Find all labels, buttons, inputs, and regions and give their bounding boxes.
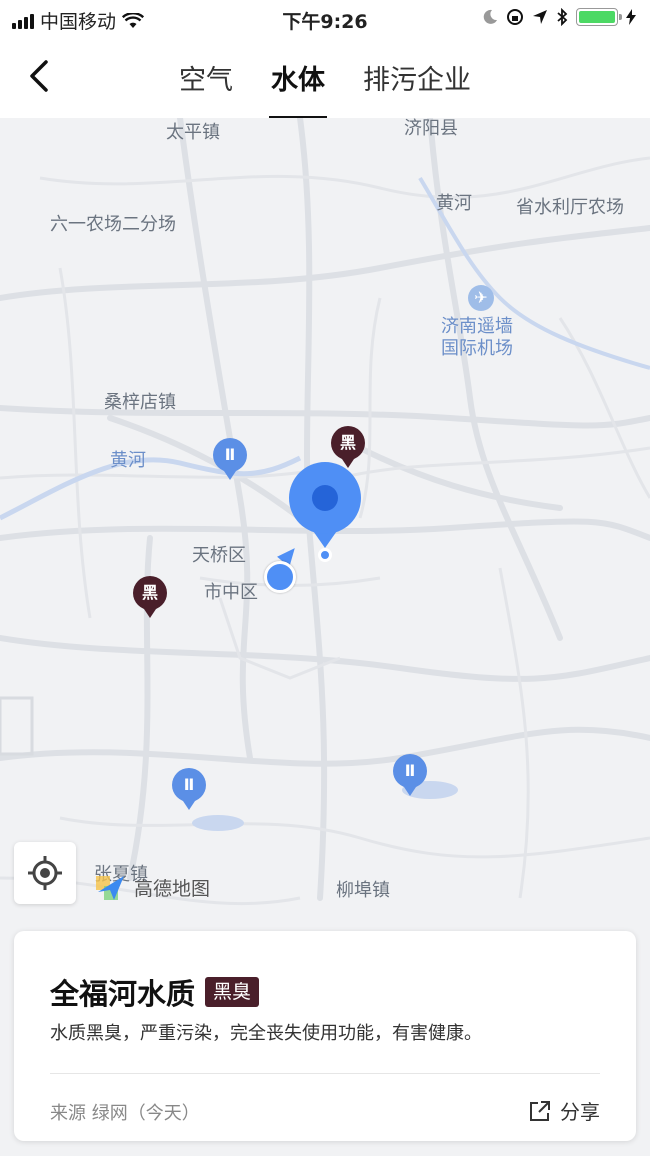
share-button[interactable]: 分享 — [528, 1096, 600, 1125]
airport-icon: ✈ — [468, 285, 494, 311]
status-badge: 黑臭 — [205, 977, 260, 1007]
charging-icon — [626, 9, 636, 25]
map-label-sangzidian: 桑梓店镇 — [104, 392, 176, 413]
location-arrow-icon — [533, 10, 547, 24]
map-marker-class-ii[interactable]: Ⅱ — [213, 438, 247, 480]
map-marker-class-ii[interactable]: Ⅱ — [172, 768, 206, 810]
map-label-liubu: 柳埠镇 — [336, 880, 390, 901]
map-label-taiping: 太平镇 — [166, 122, 220, 143]
card-title-row: 全福河水质 黑臭 — [50, 971, 260, 1013]
map-label-huanghe-w: 黄河 — [110, 450, 146, 471]
moon-icon — [483, 9, 497, 24]
battery-icon — [576, 8, 622, 26]
bluetooth-icon — [557, 8, 568, 26]
map-label-airport-2: 国际机场 — [441, 338, 513, 359]
share-icon — [530, 1100, 550, 1121]
attribution-text: 高德地图 — [134, 877, 211, 900]
map-label-tianqiao: 天桥区 — [192, 545, 246, 566]
tab-water[interactable]: 水体 — [269, 58, 327, 119]
map-label-shengshuili: 省水利厅农场 — [516, 197, 624, 218]
rotation-lock-icon — [507, 9, 523, 25]
share-label: 分享 — [560, 1100, 600, 1124]
map-label-liuyi: 六一农场二分场 — [50, 214, 176, 235]
tab-air[interactable]: 空气 — [179, 58, 233, 97]
water-quality-card[interactable]: 全福河水质 黑臭 水质黑臭，严重污染，完全丧失使用功能，有害健康。 来源 绿网（… — [14, 931, 636, 1141]
map-label-jiyang: 济阳县 — [404, 118, 458, 139]
map-label-huanghe-ne: 黄河 — [436, 193, 472, 214]
card-title: 全福河水质 — [50, 977, 196, 1011]
map-marker-class-ii[interactable]: Ⅱ — [393, 754, 427, 796]
category-tabs: 空气 水体 排污企业 — [0, 58, 650, 119]
map-label-shizhong: 市中区 — [204, 582, 258, 603]
status-right — [482, 8, 636, 26]
card-description: 水质黑臭，严重污染，完全丧失使用功能，有害健康。 — [50, 1023, 482, 1044]
locate-me-button[interactable] — [14, 842, 76, 904]
card-source: 来源 绿网（今天） — [50, 1103, 200, 1124]
user-location-dot — [264, 561, 296, 593]
tab-polluting-enterprises[interactable]: 排污企业 — [363, 58, 471, 97]
selected-location-pin[interactable] — [289, 462, 361, 562]
map-marker-black-odorous[interactable]: 黑 — [133, 576, 167, 618]
amap-logo-icon — [96, 876, 124, 900]
status-bar: 中国移动 下午9:26 — [0, 0, 650, 38]
top-nav: 空气 水体 排污企业 — [0, 38, 650, 119]
crosshair-icon — [28, 856, 62, 890]
divider — [50, 1073, 600, 1074]
map-attribution: 高德地图 — [94, 870, 210, 904]
